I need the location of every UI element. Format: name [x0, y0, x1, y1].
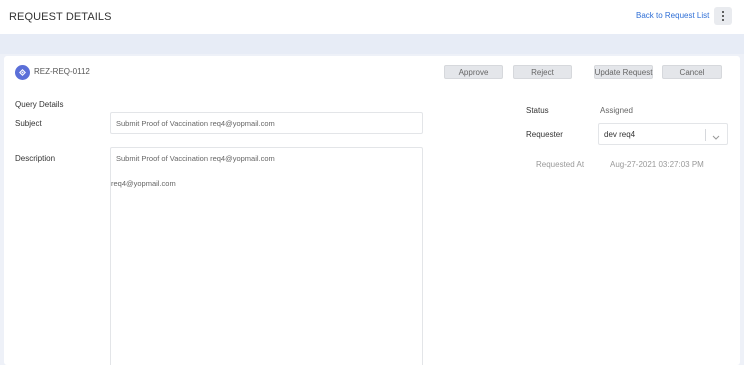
status-value: Assigned [600, 106, 633, 115]
back-to-request-list-link[interactable]: Back to Request List [636, 11, 709, 20]
approve-button[interactable]: Approve [444, 65, 503, 79]
description-field[interactable]: Submit Proof of Vaccination req4@yopmail… [110, 147, 423, 365]
description-line-2: req4@yopmail.com [111, 179, 176, 188]
select-divider [705, 129, 706, 141]
status-label: Status [526, 106, 549, 115]
header-strip [0, 34, 744, 54]
requester-value: dev req4 [604, 130, 636, 139]
top-bar: REQUEST DETAILS Back to Request List [0, 0, 744, 34]
request-tag-icon [15, 65, 30, 80]
requester-label: Requester [526, 130, 563, 139]
update-request-button[interactable]: Update Request [594, 65, 653, 79]
subject-label: Subject [15, 119, 42, 128]
kebab-menu-icon[interactable] [714, 7, 732, 25]
reject-button[interactable]: Reject [513, 65, 572, 79]
cancel-button[interactable]: Cancel [662, 65, 722, 79]
query-details-heading: Query Details [15, 100, 64, 109]
page-title: REQUEST DETAILS [9, 11, 112, 23]
requester-select[interactable]: dev req4 [598, 123, 728, 145]
requested-at-label: Requested At [536, 160, 585, 169]
request-card: REZ-REQ-0112 Approve Reject Update Reque… [4, 56, 740, 365]
subject-field[interactable]: Submit Proof of Vaccination req4@yopmail… [110, 112, 423, 134]
requested-at-value: Aug-27-2021 03:27:03 PM [610, 160, 704, 169]
description-label: Description [15, 154, 56, 163]
description-line-1: Submit Proof of Vaccination req4@yopmail… [116, 154, 275, 163]
chevron-down-icon[interactable] [711, 129, 721, 147]
request-id: REZ-REQ-0112 [34, 67, 90, 76]
